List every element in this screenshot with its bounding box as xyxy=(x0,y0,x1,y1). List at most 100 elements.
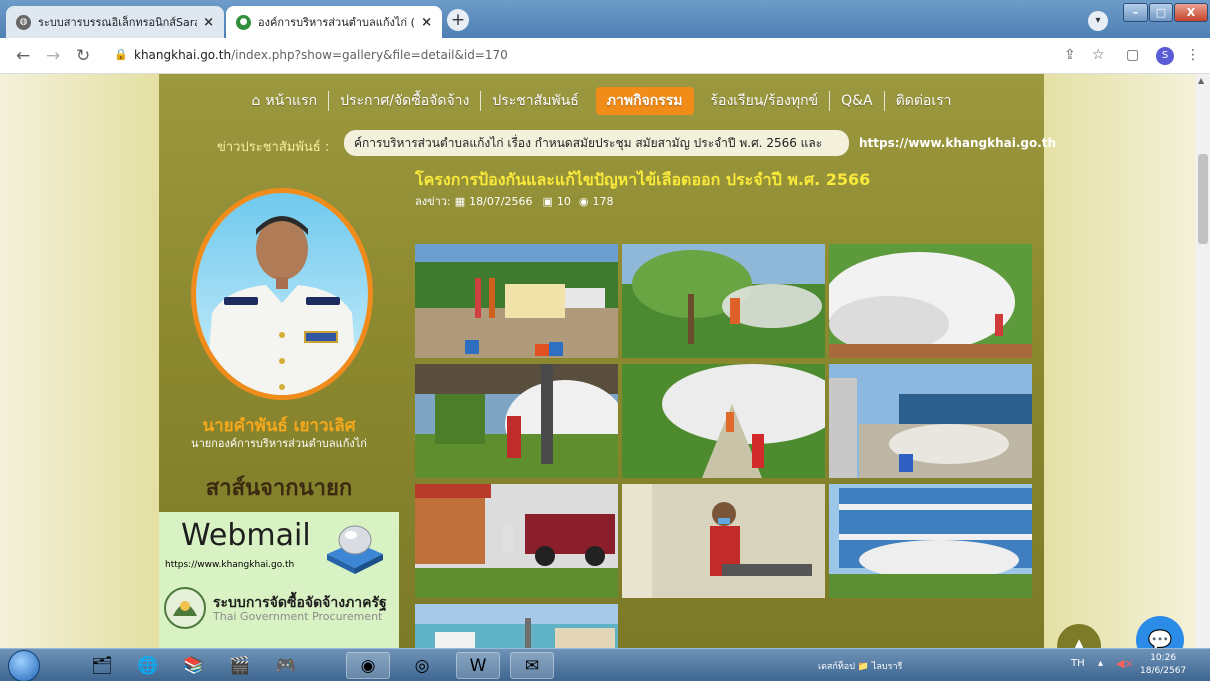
gallery-photo[interactable] xyxy=(829,364,1032,478)
close-tab-icon[interactable]: × xyxy=(203,15,214,30)
news-ticker[interactable]: ค์การบริหารส่วนตำบลแก้งไก่ เรื่อง กำหนดส… xyxy=(344,130,849,156)
reload-icon[interactable]: ↻ xyxy=(76,46,90,66)
menu-label: ประชาสัมพันธ์ xyxy=(492,93,579,109)
mayor-portrait xyxy=(191,188,373,400)
new-tab-button[interactable]: + xyxy=(447,9,469,31)
news-label: ข่าวประชาสัมพันธ์ : xyxy=(217,140,330,155)
site-url-link[interactable]: https://www.khangkhai.go.th xyxy=(859,136,1056,150)
scroll-up-icon[interactable]: ▲ xyxy=(1198,76,1204,85)
tab-title: ระบบสารบรรณอิเล็กทรอนิกส์Saraban xyxy=(38,16,197,29)
news-bar: ข่าวประชาสัมพันธ์ : ค์การบริหารส่วนตำบลแ… xyxy=(159,128,1056,158)
folder-icon: 📁 xyxy=(857,662,870,672)
close-tab-icon[interactable]: × xyxy=(421,15,432,30)
gallery-photo[interactable] xyxy=(415,364,618,478)
tab-search-icon[interactable]: ▾ xyxy=(1088,11,1108,31)
side-panel-icon[interactable]: ▢ xyxy=(1126,47,1139,63)
url-path: /index.php?show=gallery&file=detail&id=1… xyxy=(231,48,508,62)
chrome-window-icon[interactable]: ◉ xyxy=(346,652,390,679)
webmail-title: Webmail xyxy=(181,518,311,553)
page-scrollbar[interactable]: ▲ xyxy=(1196,74,1210,648)
tab-saraban[interactable]: ◍ ระบบสารบรรณอิเล็กทรอนิกส์Saraban × xyxy=(6,6,224,38)
language-indicator[interactable]: TH xyxy=(1071,658,1085,669)
clock-date: 18/6/2567 xyxy=(1140,666,1187,676)
mail-button-icon xyxy=(327,525,383,574)
site-favicon-icon: ● xyxy=(236,14,251,30)
explorer-icon[interactable]: 🗂 xyxy=(80,652,124,679)
scrollbar-thumb[interactable] xyxy=(1198,154,1208,244)
menu-home[interactable]: ⌂ หน้าแรก xyxy=(241,91,329,111)
site-container: ⌂ หน้าแรก ประกาศ/จัดซื้อจัดจ้าง ประชาสัม… xyxy=(159,74,1056,648)
minimize-button[interactable]: – xyxy=(1123,3,1148,22)
image-icon: ▣ xyxy=(542,194,553,208)
article-meta: ลงข่าว: ▦ 18/07/2566 ▣ 10 ◉ 178 xyxy=(415,192,614,210)
calendar-icon: ▦ xyxy=(454,194,466,208)
bookmark-star-icon[interactable]: ☆ xyxy=(1092,47,1105,63)
menu-label: หน้าแรก xyxy=(265,93,318,109)
edge-icon[interactable]: 🌐 xyxy=(126,652,170,679)
menu-label: ประกาศ/จัดซื้อจัดจ้าง xyxy=(340,93,470,109)
globe-icon: ◍ xyxy=(16,14,31,30)
browser-toolbar: ← → ↻ 🔒 khangkhai.go.th/index.php?show=g… xyxy=(0,38,1210,74)
chrome-icon[interactable]: ◎ xyxy=(400,652,444,679)
maximize-button[interactable]: □ xyxy=(1149,3,1173,22)
tab-khangkhai[interactable]: ● องค์การบริหารส่วนตำบลแก้งไก่ (อบต.แ × xyxy=(226,6,442,38)
system-clock[interactable]: 10:26 18/6/2567 xyxy=(1140,652,1186,678)
desktop-toolbar[interactable]: เดสก์ท็อป 📁 ไลบรารี xyxy=(818,659,902,673)
menu-label: ภาพกิจกรรม xyxy=(606,93,683,109)
menu-complaints[interactable]: ร้องเรียน/ร้องทุกข์ xyxy=(700,91,830,111)
gallery-photo[interactable] xyxy=(415,604,618,648)
desktop-label: เดสก์ท็อป xyxy=(818,662,855,672)
gallery-photo[interactable] xyxy=(622,244,825,358)
egp-banner[interactable]: ระบบการจัดซื้อจัดจ้างภาครัฐ Thai Governm… xyxy=(159,582,399,648)
menu-label: ร้องเรียน/ร้องทุกข์ xyxy=(710,93,819,109)
url-host: khangkhai.go.th xyxy=(134,48,232,62)
url-text: khangkhai.go.th/index.php?show=gallery&f… xyxy=(134,48,508,62)
eye-icon: ◉ xyxy=(578,194,589,208)
address-bar[interactable]: 🔒 khangkhai.go.th/index.php?show=gallery… xyxy=(104,43,1162,69)
close-window-button[interactable]: X xyxy=(1174,3,1208,22)
menu-activity-gallery[interactable]: ภาพกิจกรรม xyxy=(595,87,694,115)
menu-qa[interactable]: Q&A xyxy=(829,91,884,111)
gallery-photo[interactable] xyxy=(622,364,825,478)
gallery-photo[interactable] xyxy=(622,484,825,598)
posted-label: ลงข่าว: xyxy=(415,195,451,208)
speaker-muted-icon[interactable]: ◀× xyxy=(1116,657,1134,670)
gallery-photo[interactable] xyxy=(829,484,1032,598)
view-count: 178 xyxy=(592,194,614,208)
post-date: 18/07/2566 xyxy=(469,194,533,208)
forward-arrow-icon[interactable]: → xyxy=(46,46,60,66)
gallery-photo[interactable] xyxy=(415,484,618,598)
menu-contact[interactable]: ติดต่อเรา xyxy=(883,91,963,111)
profile-avatar[interactable]: S xyxy=(1156,47,1174,65)
library-label: ไลบรารี xyxy=(871,662,903,672)
article-title: โครงการป้องกันและแก้ไขปัญหาไข้เลือดออก ป… xyxy=(415,170,871,189)
menu-label: Q&A xyxy=(841,93,873,109)
main-menu: ⌂ หน้าแรก ประกาศ/จัดซื้อจัดจ้าง ประชาสัม… xyxy=(159,84,1044,118)
article-content: โครงการป้องกันและแก้ไขปัญหาไข้เลือดออก ป… xyxy=(415,168,1035,648)
game-icon[interactable]: 🎮 xyxy=(264,652,308,679)
menu-kebab-icon[interactable]: ⋮ xyxy=(1186,47,1200,63)
image-count: 10 xyxy=(556,194,571,208)
mayor-message-link[interactable]: สาส์นจากนายก xyxy=(159,470,399,505)
government-seal-icon xyxy=(164,587,206,629)
webmail-url: https://www.khangkhai.go.th xyxy=(165,560,295,570)
gallery-photo[interactable] xyxy=(829,244,1032,358)
page-viewport: ⌂ หน้าแรก ประกาศ/จัดซื้อจัดจ้าง ประชาสัม… xyxy=(0,74,1196,648)
line-app-icon[interactable]: ✉ xyxy=(510,652,554,679)
menu-public-relations[interactable]: ประชาสัมพันธ์ xyxy=(480,91,589,111)
back-arrow-icon[interactable]: ← xyxy=(16,46,30,66)
egp-subtitle: Thai Government Procurement xyxy=(213,610,383,623)
left-sidebar: นายคำพันธ์ เยาวเลิศ นายกองค์การบริหารส่ว… xyxy=(159,170,399,648)
video-editor-icon[interactable]: 🎬 xyxy=(218,652,262,679)
tab-title: องค์การบริหารส่วนตำบลแก้งไก่ (อบต.แ xyxy=(258,16,415,29)
browser-tab-bar: ◍ ระบบสารบรรณอิเล็กทรอนิกส์Saraban × ● อ… xyxy=(0,0,1210,38)
tray-expand-icon[interactable]: ▴ xyxy=(1098,658,1103,669)
winrar-icon[interactable]: 📚 xyxy=(172,652,216,679)
share-icon[interactable]: ⇪ xyxy=(1064,47,1076,63)
lock-icon: 🔒 xyxy=(114,48,128,61)
gallery-photo[interactable] xyxy=(415,244,618,358)
word-icon[interactable]: W xyxy=(456,652,500,679)
webmail-banner[interactable]: Webmail https://www.khangkhai.go.th xyxy=(159,512,399,582)
menu-announcements[interactable]: ประกาศ/จัดซื้อจัดจ้าง xyxy=(328,91,480,111)
start-button[interactable] xyxy=(8,650,40,681)
